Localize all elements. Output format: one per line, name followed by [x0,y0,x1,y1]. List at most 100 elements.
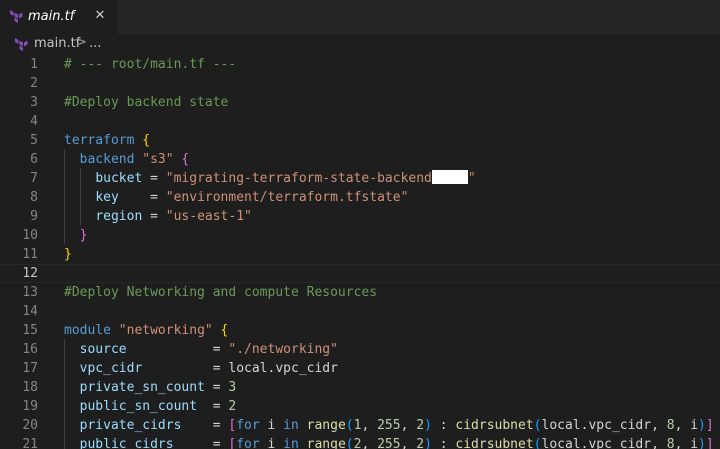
code-line[interactable]: 5 terraform { [0,131,720,150]
code-line[interactable]: 17 vpc_cidr = local.vpc_cidr [0,359,720,378]
code-line[interactable]: 1 # --- root/main.tf --- [0,55,720,74]
token-text: local.vpc_cidr [228,361,338,376]
line-number: 4 [30,114,38,129]
token-text: local.vpc_cidr, [541,437,667,449]
token-number: 255 [377,418,401,433]
code-line[interactable]: 14 [0,302,720,321]
token-bracket3: ) [424,437,432,449]
code-line[interactable]: 13 #Deploy Networking and compute Resourc… [0,283,720,302]
line-number: 11 [22,247,38,262]
token-text: i [259,418,284,433]
code-text: source = "./networking" [64,340,338,359]
token-bracket3: ( [533,418,542,433]
token-attribute: bucket [95,171,143,186]
token-number: 2 [416,418,425,433]
code-line[interactable]: 9 region = "us-east-1" [0,207,720,226]
line-number: 14 [22,304,38,319]
code-line[interactable]: 15 module "networking" { [0,321,720,340]
line-number: 3 [30,95,38,110]
code-line[interactable]: 18 private_sn_count = 3 [0,378,720,397]
tab-main-tf[interactable]: main.tf ✕ [0,0,118,34]
token-number: 8 [666,418,675,433]
token-text: = [204,380,229,395]
code-text: region = "us-east-1" [64,207,252,226]
code-line[interactable]: 10 } [0,226,720,245]
code-text: #Deploy backend state [64,93,228,112]
token-number: 255 [377,437,401,449]
code-line[interactable]: 6 backend "s3" { [0,150,720,169]
code-text: private_cidrs = [for i in range(1, 255, … [64,416,714,435]
code-text: public_sn_count = 2 [64,397,237,416]
token-attribute: key [95,190,119,205]
token-keyword: for [236,418,260,433]
line-number: 18 [22,380,38,395]
code-line[interactable]: 16 source = "./networking" [0,340,720,359]
code-editor[interactable]: 1 # --- root/main.tf --- 2 3 #Deploy backend… [0,54,720,449]
token-text: = [142,209,166,224]
token-attribute: private_sn_count [79,380,205,395]
token-keyword: in [283,418,299,433]
code-line[interactable]: 21 public_cidrs = [for i in range(2, 255… [0,435,720,449]
token-string: "s3" [142,152,174,167]
token-text: = [197,399,229,414]
token-bracket3: ( [533,437,542,449]
token-text: = [142,171,166,186]
code-line[interactable]: 7 bucket = "migrating-terraform-state-ba… [0,169,720,188]
line-number: 8 [30,190,38,205]
token-text: = [118,190,166,205]
code-line[interactable]: 20 private_cidrs = [for i in range(1, 25… [0,416,720,435]
terraform-icon [10,10,23,23]
redacted-box [431,170,468,184]
breadcrumb: main.tf > ... [0,34,720,53]
token-text: , [361,418,378,433]
token-string: "environment/terraform.tfstate" [165,190,409,205]
token-comment: # --- root/main.tf --- [64,57,237,72]
code-line[interactable]: 12 [0,264,720,283]
code-text: # --- root/main.tf --- [64,55,236,74]
line-number: 13 [22,285,38,300]
code-line[interactable]: 19 public_sn_count = 2 [0,397,720,416]
token-attribute: vpc_cidr [79,361,143,376]
code-line[interactable]: 4 [0,112,720,131]
token-string: "us-east-1" [165,209,252,224]
line-number: 16 [22,342,38,357]
token-text: , i [674,418,699,433]
breadcrumb-file[interactable]: main.tf [34,35,80,52]
code-text: #Deploy Networking and compute Resources [64,283,377,302]
token-attribute: source [79,342,127,357]
token-text: : [431,437,456,449]
code-line[interactable]: 2 [0,74,720,93]
code-line[interactable]: 3 #Deploy backend state [0,93,720,112]
token-bracket3: ) [698,437,706,449]
token-text: = [126,342,229,357]
token-bracket3: ( [345,437,354,449]
token-string: "networking" [118,323,213,338]
token-attribute: public_sn_count [79,399,198,414]
code-line[interactable]: 11} [0,245,720,264]
close-icon[interactable]: ✕ [91,7,109,25]
token-string: "./networking" [228,342,338,357]
token-text: = [173,437,229,449]
token-keyword: module [64,323,111,338]
token-bracket3: ) [424,418,432,433]
token-attribute: private_cidrs [79,418,182,433]
code-text: module "networking" { [64,321,228,340]
token-comment: #Deploy backend state [64,95,229,110]
line-number: 2 [30,76,38,91]
code-text: } [64,245,72,264]
breadcrumb-more[interactable]: ... [89,35,101,52]
tab-label: main.tf [28,9,75,24]
token-bracket1: { [220,323,229,338]
code-line[interactable]: 8 key = "environment/terraform.tfstate" [0,188,720,207]
token-function: range [306,437,346,449]
chevron-right-icon: > [76,35,87,50]
tab-bar: main.tf ✕ [0,0,720,34]
